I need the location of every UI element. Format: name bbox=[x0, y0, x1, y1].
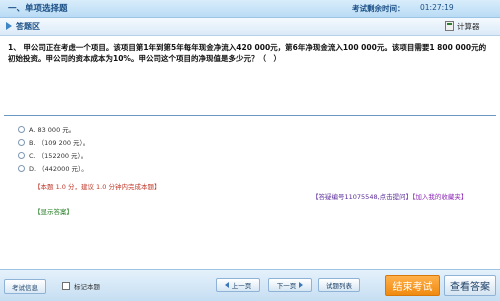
score-note: 【本题 1.0 分，建议 1.0 分钟内完成本题】 bbox=[34, 183, 161, 191]
option-label: B. （109 200 元）。 bbox=[29, 139, 90, 147]
next-label: 下一页 bbox=[276, 282, 297, 290]
mark-label: 标记本题 bbox=[74, 283, 100, 291]
end-exam-button[interactable]: 结束考试 bbox=[385, 275, 440, 296]
option-d[interactable]: D. （442000 元）。 bbox=[18, 163, 88, 173]
option-c[interactable]: C. （152200 元）。 bbox=[18, 150, 87, 160]
arrow-right-icon bbox=[6, 22, 12, 30]
answer-area-bar: 答题区 计算器 bbox=[0, 18, 500, 36]
section-title: 一、单项选择题 bbox=[8, 4, 68, 14]
prev-label: 上一页 bbox=[231, 282, 252, 290]
ask-question-link[interactable]: 【答疑编号11075548,点击提问】 bbox=[312, 193, 412, 201]
divider bbox=[4, 115, 496, 116]
calculator-button[interactable]: 计算器 bbox=[445, 20, 480, 32]
calculator-label: 计算器 bbox=[457, 21, 480, 31]
option-label: C. （152200 元）。 bbox=[29, 152, 88, 160]
footer-bar: 考试信息 标记本题 上一页 下一页 试题列表 结束考试 查看答案 bbox=[0, 269, 500, 301]
option-label: A. 83 000 元。 bbox=[29, 126, 76, 134]
radio-button[interactable] bbox=[18, 151, 25, 159]
exam-info-button[interactable]: 考试信息 bbox=[4, 279, 46, 294]
prev-page-button[interactable]: 上一页 bbox=[216, 278, 260, 292]
timer-value: 01:27:19 bbox=[420, 3, 454, 12]
timer-label: 考试剩余时间： bbox=[352, 4, 405, 13]
show-answer-link[interactable]: 【显示答案】 bbox=[34, 206, 73, 216]
arrow-right-icon bbox=[299, 282, 304, 288]
next-page-button[interactable]: 下一页 bbox=[268, 278, 312, 292]
radio-button[interactable] bbox=[18, 125, 25, 133]
question-list-button[interactable]: 试题列表 bbox=[318, 278, 360, 292]
view-answers-button[interactable]: 查看答案 bbox=[444, 275, 496, 296]
calculator-icon bbox=[445, 21, 454, 31]
arrow-left-icon bbox=[224, 282, 229, 288]
header-bar: 一、单项选择题 考试剩余时间： 01:27:19 bbox=[0, 0, 500, 18]
mark-checkbox[interactable] bbox=[62, 282, 70, 290]
option-a[interactable]: A. 83 000 元。 bbox=[18, 124, 75, 134]
radio-button[interactable] bbox=[18, 138, 25, 146]
option-b[interactable]: B. （109 200 元）。 bbox=[18, 137, 89, 147]
radio-button[interactable] bbox=[18, 164, 25, 172]
feedback-links: 【答疑编号11075548,点击提问】【加入我的收藏夹】 bbox=[312, 191, 467, 201]
answer-area-label: 答题区 bbox=[16, 22, 40, 31]
mark-question[interactable]: 标记本题 bbox=[62, 281, 100, 291]
option-label: D. （442000 元）。 bbox=[29, 165, 88, 173]
question-text: 1、 甲公司正在考虑一个项目。该项目第1年到第5年每年现金净流入420 000元… bbox=[8, 43, 487, 63]
question-panel: 1、 甲公司正在考虑一个项目。该项目第1年到第5年每年现金净流入420 000元… bbox=[0, 36, 500, 269]
add-favorite-link[interactable]: 【加入我的收藏夹】 bbox=[412, 193, 467, 201]
